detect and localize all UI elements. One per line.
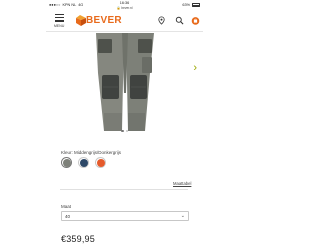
size-select-value: 40 bbox=[65, 213, 71, 219]
swatch-grey[interactable] bbox=[61, 157, 72, 168]
hamburger-menu-icon[interactable] bbox=[55, 14, 65, 24]
location-pin-icon[interactable] bbox=[157, 16, 166, 25]
size-select[interactable]: 40 ⌄ bbox=[61, 211, 189, 221]
lock-icon: 🔒 bbox=[116, 5, 121, 10]
carousel-dots bbox=[46, 130, 203, 133]
battery-icon bbox=[192, 3, 200, 7]
product-price: €359,95 bbox=[61, 234, 95, 244]
logo-text: BEVER bbox=[86, 15, 122, 26]
swatch-orange[interactable] bbox=[95, 157, 106, 168]
url-bar[interactable]: 🔒 bever.nl bbox=[46, 6, 203, 10]
shopping-bag-icon[interactable] bbox=[191, 16, 200, 25]
url-text: bever.nl bbox=[121, 5, 133, 10]
carousel-dot[interactable] bbox=[121, 130, 124, 133]
color-swatches bbox=[61, 157, 106, 168]
carousel-dot[interactable] bbox=[125, 130, 128, 133]
size-chart-link[interactable]: Maattabel bbox=[173, 181, 191, 186]
site-header: MENU BEVER bbox=[46, 10, 203, 32]
search-icon[interactable] bbox=[175, 16, 184, 25]
bever-logo-icon bbox=[76, 15, 86, 26]
next-image-arrow[interactable]: › bbox=[193, 63, 197, 74]
clock: 16:36 bbox=[119, 0, 130, 5]
phone-screen: ●●●○○ KPN NL 4G 16:36 🔒 bever.nl 63% MEN… bbox=[46, 0, 203, 250]
divider bbox=[60, 189, 188, 190]
product-image-trousers bbox=[96, 33, 154, 131]
chevron-down-icon: ⌄ bbox=[180, 213, 185, 219]
product-image-gallery[interactable]: › bbox=[46, 33, 203, 133]
status-bar: ●●●○○ KPN NL 4G 16:36 🔒 bever.nl 63% bbox=[46, 0, 203, 10]
menu-label[interactable]: MENU bbox=[54, 24, 64, 28]
size-label: Maat bbox=[61, 204, 72, 209]
color-label: Kleur: Middengrijs/Donkergrijs bbox=[61, 150, 122, 155]
bever-logo[interactable]: BEVER bbox=[75, 14, 122, 27]
swatch-blue[interactable] bbox=[78, 157, 89, 168]
